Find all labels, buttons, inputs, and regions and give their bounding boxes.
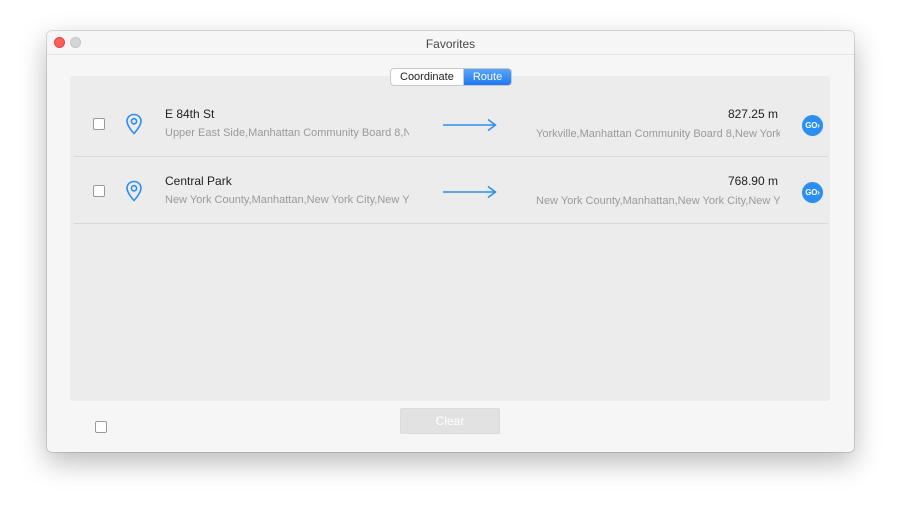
route-distance: 768.90 m xyxy=(727,174,778,188)
tab-coordinate[interactable]: Coordinate xyxy=(391,69,463,85)
route-list: E 84th St Upper East Side,Manhattan Comm… xyxy=(74,90,828,224)
favorites-window: Favorites Coordinate Route E 84th St Upp… xyxy=(47,31,854,452)
route-to-address: Yorkville,Manhattan Community Board 8,Ne… xyxy=(536,128,780,140)
tab-route[interactable]: Route xyxy=(462,69,512,85)
arrow-right-icon xyxy=(443,118,497,132)
go-button[interactable]: GO› xyxy=(802,115,823,136)
mode-segmented-control: Coordinate Route xyxy=(390,68,513,86)
location-pin-icon xyxy=(126,113,142,135)
route-to-address: New York County,Manhattan,New York City,… xyxy=(536,195,780,207)
route-row: Central Park New York County,Manhattan,N… xyxy=(74,157,828,224)
route-name: Central Park xyxy=(165,174,232,188)
route-from-address: New York County,Manhattan,New York City,… xyxy=(165,194,409,206)
go-button[interactable]: GO› xyxy=(802,182,823,203)
favorites-list-panel: E 84th St Upper East Side,Manhattan Comm… xyxy=(70,76,830,401)
route-name: E 84th St xyxy=(165,107,215,121)
clear-button[interactable]: Clear xyxy=(400,408,500,434)
row-checkbox[interactable] xyxy=(93,118,105,130)
window-title: Favorites xyxy=(425,37,476,51)
row-checkbox[interactable] xyxy=(93,185,105,197)
select-all-checkbox[interactable] xyxy=(95,421,107,433)
location-pin-icon xyxy=(126,180,142,202)
title-bar: Favorites xyxy=(47,31,854,55)
route-from-address: Upper East Side,Manhattan Community Boar… xyxy=(165,127,409,139)
route-row: E 84th St Upper East Side,Manhattan Comm… xyxy=(74,90,828,157)
route-distance: 827.25 m xyxy=(727,107,778,121)
arrow-right-icon xyxy=(443,185,497,199)
